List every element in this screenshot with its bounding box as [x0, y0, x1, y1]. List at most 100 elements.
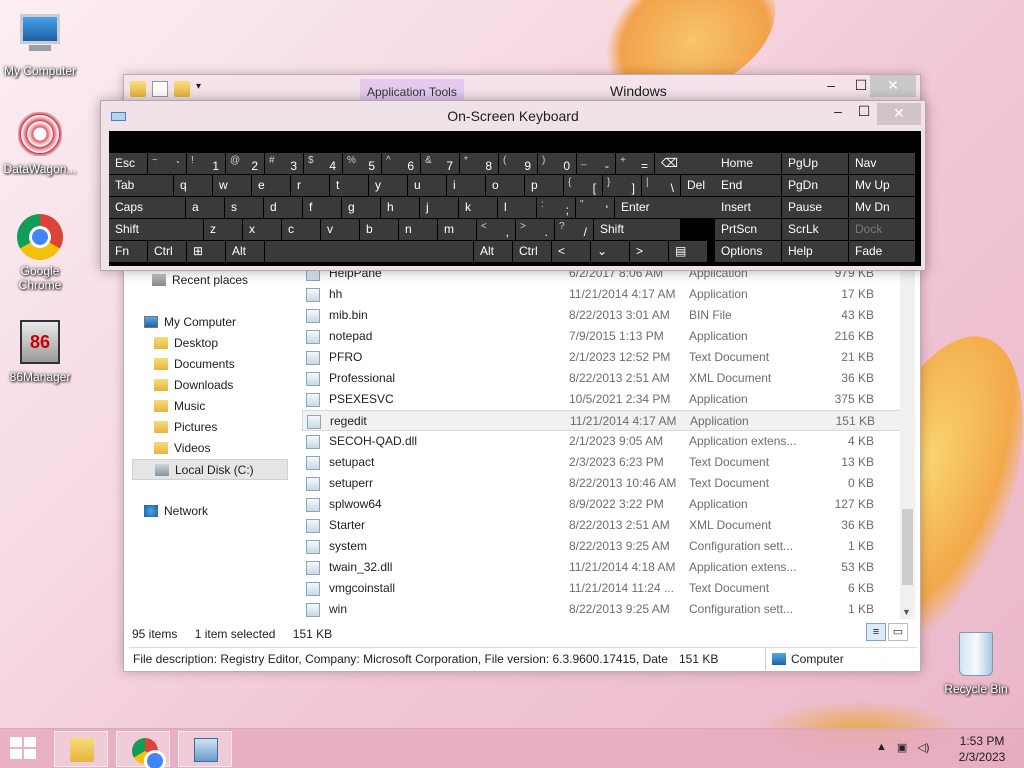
key-r[interactable]: r — [291, 175, 329, 196]
key-bracket-2[interactable]: | \ — [642, 175, 680, 196]
key-n[interactable]: n — [399, 219, 437, 240]
key-o[interactable]: o — [486, 175, 524, 196]
key-t[interactable]: t — [330, 175, 368, 196]
key-esc[interactable]: Esc — [109, 153, 147, 174]
key-options[interactable]: Options — [715, 241, 781, 262]
key-z[interactable]: z — [204, 219, 242, 240]
table-row-selected[interactable]: regedit 11/21/2014 4:17 AM Application 151 … — [302, 410, 902, 431]
key-5[interactable]: % 5 — [343, 153, 381, 174]
key-8[interactable]: * 8 — [460, 153, 498, 174]
key-q[interactable]: q — [174, 175, 212, 196]
key-1[interactable]: ! 1 — [187, 153, 225, 174]
key-y[interactable]: y — [369, 175, 407, 196]
table-row[interactable]: notepad 7/9/2015 1:13 PM Application 216 KB — [302, 326, 902, 347]
key-scrlk[interactable]: ScrLk — [782, 219, 848, 240]
key-nav[interactable]: Nav — [849, 153, 915, 174]
maximize-button[interactable]: ☐ — [849, 101, 879, 123]
network-icon[interactable]: ▣ — [897, 741, 907, 754]
key-down-arrow[interactable]: ⌄ — [591, 241, 629, 262]
key-i[interactable]: i — [447, 175, 485, 196]
key-0[interactable]: ~ ` — [148, 153, 186, 174]
key-2[interactable]: @2 — [226, 153, 264, 174]
key-alt-right[interactable]: Alt — [474, 241, 512, 262]
key-fn[interactable]: Fn — [109, 241, 147, 262]
key-b[interactable]: b — [360, 219, 398, 240]
key-s[interactable]: s — [225, 197, 263, 218]
large-icons-view-icon[interactable]: ▭ — [888, 623, 908, 641]
start-button[interactable] — [10, 737, 38, 761]
key-end[interactable]: End — [715, 175, 781, 196]
key-6[interactable]: ^ 6 — [382, 153, 420, 174]
key-punct2-1[interactable]: >. — [516, 219, 554, 240]
key-insert[interactable]: Insert — [715, 197, 781, 218]
key-9[interactable]: (9 — [499, 153, 537, 174]
key-bracket-0[interactable]: {[ — [564, 175, 602, 196]
key-ctrl-right[interactable]: Ctrl — [513, 241, 551, 262]
key-home[interactable]: Home — [715, 153, 781, 174]
windows-key-icon[interactable]: ⊞ — [187, 241, 225, 262]
desktop-icon-my-computer[interactable]: My Computer — [0, 10, 80, 78]
key-mvdn[interactable]: Mv Dn — [849, 197, 915, 218]
key-e[interactable]: e — [252, 175, 290, 196]
key-j[interactable]: j — [420, 197, 458, 218]
nav-item-documents[interactable]: Documents — [132, 354, 292, 375]
nav-item-network[interactable]: Network — [132, 501, 292, 522]
key-help[interactable]: Help — [782, 241, 848, 262]
taskbar-on-screen-keyboard[interactable] — [178, 731, 232, 767]
minimize-button[interactable]: – — [816, 75, 846, 97]
chevron-down-icon[interactable]: ▾ — [196, 81, 212, 97]
close-button[interactable]: ✕ — [877, 103, 921, 125]
key-punct2-0[interactable]: <, — [477, 219, 515, 240]
key-prtscn[interactable]: PrtScn — [715, 219, 781, 240]
key-alt-left[interactable]: Alt — [226, 241, 264, 262]
table-row[interactable]: hh 11/21/2014 4:17 AM Application 17 KB — [302, 284, 902, 305]
key-enter[interactable]: Enter — [615, 197, 719, 218]
table-row[interactable]: setupact 2/3/2023 6:23 PM Text Document 13 … — [302, 452, 902, 473]
key-11[interactable]: _ - — [577, 153, 615, 174]
table-row[interactable]: Professional 8/22/2013 2:51 AM XML Documen… — [302, 368, 902, 389]
table-row[interactable]: system 8/22/2013 9:25 AM Configuration set… — [302, 536, 902, 557]
key-caps[interactable]: Caps — [109, 197, 185, 218]
taskbar-chrome[interactable] — [116, 731, 170, 768]
key-f[interactable]: f — [303, 197, 341, 218]
key-pgup[interactable]: PgUp — [782, 153, 848, 174]
key-ctrl-left[interactable]: Ctrl — [148, 241, 186, 262]
key-h[interactable]: h — [381, 197, 419, 218]
nav-item-pictures[interactable]: Pictures — [132, 417, 292, 438]
key-dock[interactable]: Dock — [849, 219, 915, 240]
nav-item-music[interactable]: Music — [132, 396, 292, 417]
nav-item-my-computer[interactable]: My Computer — [132, 312, 292, 333]
table-row[interactable]: PFRO 2/1/2023 12:52 PM Text Document 21 KB — [302, 347, 902, 368]
key-mvup[interactable]: Mv Up — [849, 175, 915, 196]
key-w[interactable]: w — [213, 175, 251, 196]
table-row[interactable]: twain_32.dll 11/21/2014 4:18 AM Applicatio… — [302, 557, 902, 578]
key-d[interactable]: d — [264, 197, 302, 218]
key-10[interactable]: ) 0 — [538, 153, 576, 174]
key-punct-0[interactable]: :; — [537, 197, 575, 218]
key-m[interactable]: m — [438, 219, 476, 240]
nav-item-downloads[interactable]: Downloads — [132, 375, 292, 396]
key-v[interactable]: v — [321, 219, 359, 240]
key-shift-left[interactable]: Shift — [109, 219, 203, 240]
key-3[interactable]: #3 — [265, 153, 303, 174]
clock[interactable]: 1:53 PM 2/3/2023 — [950, 733, 1014, 765]
key-k[interactable]: k — [459, 197, 497, 218]
key-shift-right[interactable]: Shift — [594, 219, 680, 240]
key-4[interactable]: $4 — [304, 153, 342, 174]
table-row[interactable]: PSEXESVC 10/5/2021 2:34 PM Application 375 … — [302, 389, 902, 410]
key-p[interactable]: p — [525, 175, 563, 196]
menu-key-icon[interactable]: ▤ — [669, 241, 707, 262]
table-row[interactable]: splwow64 8/9/2022 3:22 PM Application 127 K… — [302, 494, 902, 515]
key-pgdn[interactable]: PgDn — [782, 175, 848, 196]
table-row[interactable]: mib.bin 8/22/2013 3:01 AM BIN File 43 KB — [302, 305, 902, 326]
new-folder-icon[interactable] — [174, 81, 190, 97]
properties-icon[interactable] — [152, 81, 168, 97]
desktop-icon-datawagon[interactable]: DataWagon... — [0, 112, 80, 176]
nav-item-desktop[interactable]: Desktop — [132, 333, 292, 354]
key-g[interactable]: g — [342, 197, 380, 218]
key-del[interactable]: Del — [681, 175, 719, 196]
key-punct2-2[interactable]: ? / — [555, 219, 593, 240]
key-tab[interactable]: Tab — [109, 175, 173, 196]
nav-item-videos[interactable]: Videos — [132, 438, 292, 459]
close-button[interactable]: ✕ — [870, 75, 916, 97]
